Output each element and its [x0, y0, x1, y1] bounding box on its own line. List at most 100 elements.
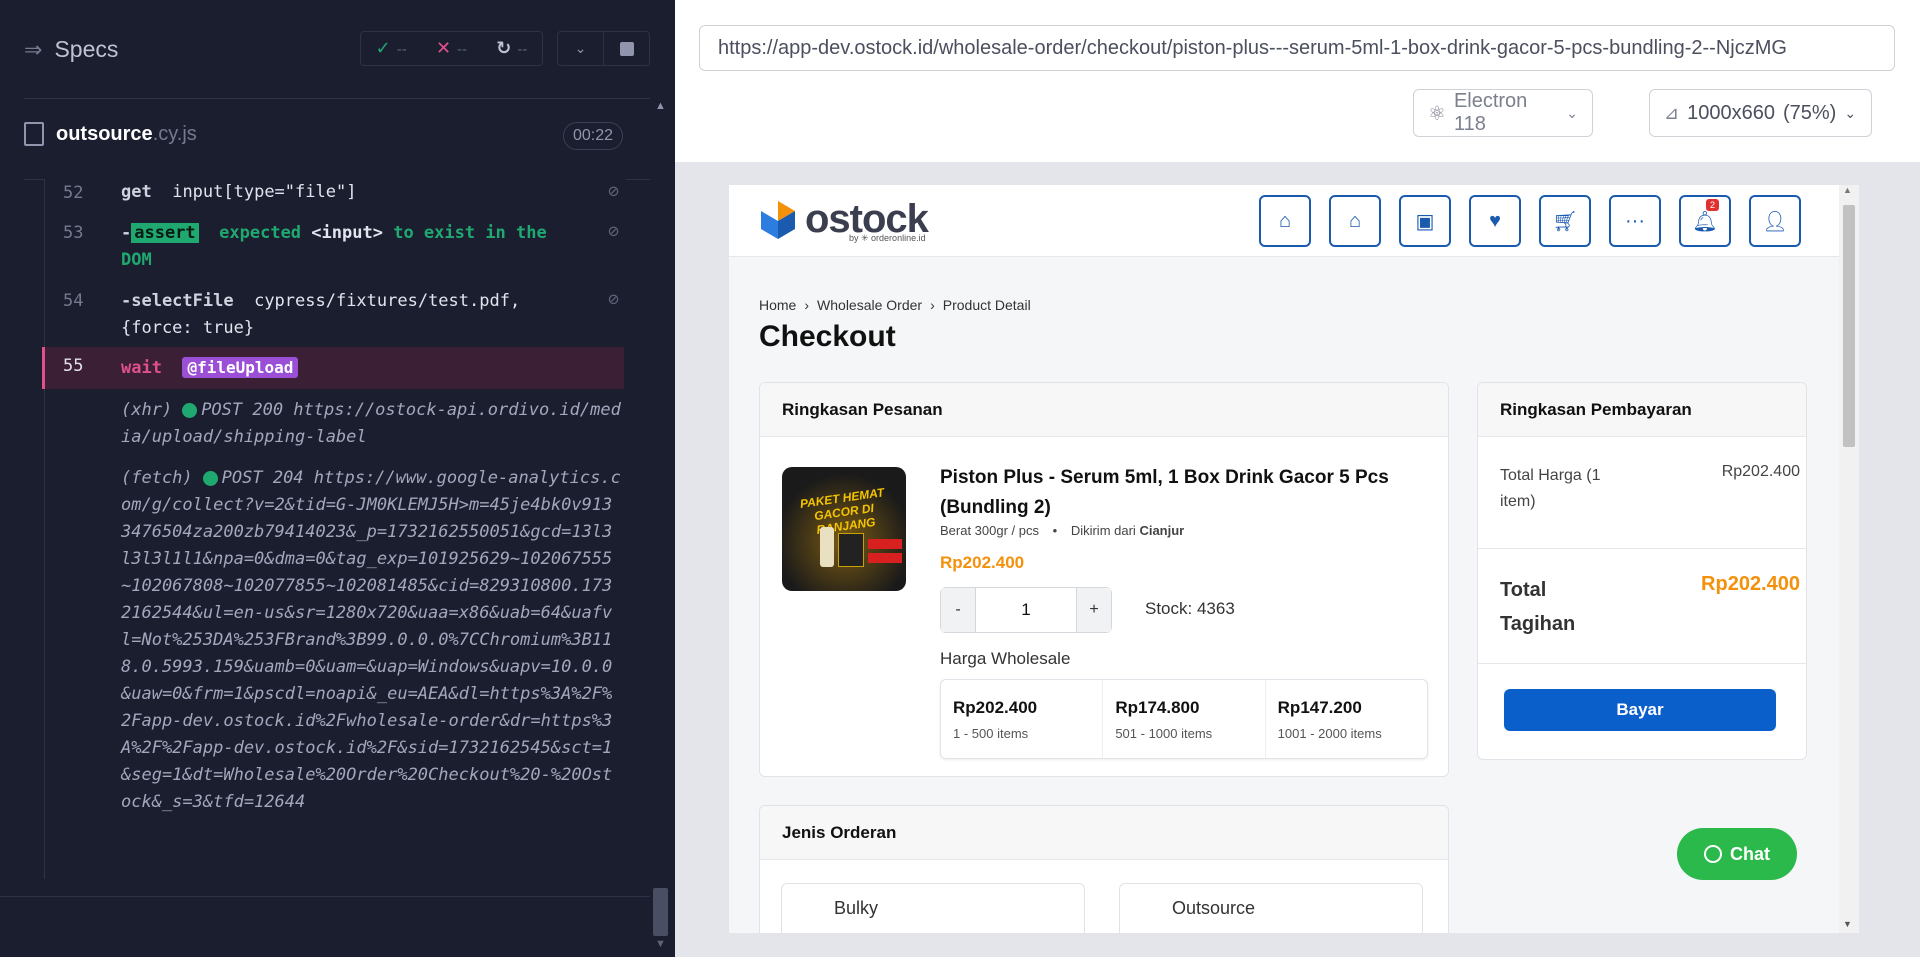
pay-button[interactable]: Bayar [1504, 689, 1776, 731]
stock-count: Stock: 4363 [1145, 599, 1235, 618]
home-button[interactable]: ⌂ [1259, 195, 1311, 247]
stop-button[interactable] [604, 32, 649, 65]
scroll-down-icon[interactable]: ▼ [655, 938, 666, 950]
divider [0, 896, 650, 897]
breadcrumb: Home › Wholesale Order › Product Detail [759, 297, 1031, 313]
ostock-logo-icon [761, 200, 795, 239]
command-row-active[interactable]: 55 wait @fileUpload [42, 347, 624, 389]
scroll-up-icon[interactable]: ▲ [1843, 185, 1852, 195]
browser-selector[interactable]: ⚛ Electron 118 ⌄ [1413, 89, 1593, 137]
order-summary-card: Ringkasan Pesanan PAKET HEMAT GACOR DI R… [759, 382, 1449, 777]
assert-msg-pre: expected [219, 223, 302, 243]
command-row[interactable]: 53 - assert expected <input> to exist in … [45, 219, 627, 285]
specs-toggle-icon[interactable]: ⇒ [24, 37, 42, 63]
profile-button[interactable]: 👤︎ [1749, 195, 1801, 247]
page-title: Checkout [759, 320, 896, 353]
spec-file-name: outsource [56, 122, 153, 145]
scroll-down-icon[interactable]: ▼ [1843, 919, 1852, 929]
order-type-bulky[interactable]: Bulky [781, 883, 1085, 933]
pending-stat: ↻ -- [496, 38, 527, 59]
product-weight: Berat 300gr / pcs [940, 523, 1039, 538]
command-name: wait [121, 358, 162, 378]
bell-icon: 🔔︎ [1692, 210, 1718, 233]
decrement-button[interactable]: - [941, 588, 975, 632]
command-log: 52 get input[type="file"] ⊘ 53 - assert e… [42, 179, 627, 879]
url-bar[interactable]: https://app-dev.ostock.id/wholesale-orde… [699, 25, 1895, 71]
product-price: Rp202.400 [940, 553, 1025, 572]
x-icon: ✕ [435, 38, 452, 58]
chat-button[interactable]: Chat [1677, 828, 1797, 880]
divider [24, 98, 650, 99]
total-price-value: Rp202.400 [1721, 463, 1800, 480]
box-button[interactable]: ▣ [1399, 195, 1451, 247]
notifications-button[interactable]: 🔔︎ 2 [1679, 195, 1731, 247]
more-button[interactable]: ··· [1609, 195, 1661, 247]
scroll-up-icon[interactable]: ▲ [655, 100, 666, 112]
runner-controls: ⌄ [557, 31, 650, 66]
chevron-down-icon: ⌄ [1844, 104, 1857, 121]
xhr-kind: (xhr) [121, 400, 173, 420]
total-price-label: Total Harga (1 item) [1500, 467, 1601, 510]
tier-price: Rp147.200 [1277, 698, 1362, 717]
pending-count: -- [517, 41, 528, 58]
command-number: 54 [63, 291, 84, 311]
command-number: 55 [63, 356, 84, 376]
order-type-heading: Jenis Orderan [760, 806, 1448, 860]
quantity-stepper: - 1 + [940, 587, 1112, 633]
breadcrumb-home[interactable]: Home [759, 297, 796, 313]
chevron-down-icon[interactable]: ⌄ [558, 32, 604, 65]
xhr-log-entry[interactable]: (xhr) POST 200 https://ostock-api.ordivo.… [121, 397, 621, 451]
eye-slash-icon[interactable]: ⊘ [608, 289, 619, 310]
wholesale-price-label: Harga Wholesale [940, 649, 1071, 668]
log-scrollbar-thumb[interactable] [653, 888, 668, 936]
total-price-row: Total Harga (1 item) Rp202.400 [1500, 463, 1800, 515]
cypress-runner-panel: ⇒ Specs ✓ -- ✕ -- ↻ -- ⌄ outsource.cy.js 00… [0, 0, 675, 957]
order-type-outsource[interactable]: Outsource [1119, 883, 1423, 933]
chat-label: Chat [1730, 843, 1770, 864]
command-row[interactable]: 54 -selectFile cypress/fixtures/test.pdf… [45, 287, 627, 353]
app-frame: ostock by ✳ orderonline.id ⌂ ⌂ ▣ ♥ 🛒︎ ··… [729, 185, 1859, 933]
viewport-selector[interactable]: ⊿ 1000x660 (75%) ⌄ [1649, 89, 1872, 137]
notification-badge: 2 [1705, 199, 1719, 211]
ship-from-city: Cianjur [1139, 523, 1185, 538]
tier-range: 501 - 1000 items [1115, 726, 1213, 741]
logo-byline: by ✳ orderonline.id [849, 233, 926, 243]
whatsapp-icon [1704, 845, 1722, 863]
breadcrumb-product-detail[interactable]: Product Detail [943, 297, 1031, 313]
test-stats: ✓ -- ✕ -- ↻ -- [360, 31, 543, 66]
alias-badge: @fileUpload [182, 357, 299, 378]
xhr-log-entry[interactable]: (fetch) POST 204 https://www.google-analy… [121, 465, 621, 816]
breadcrumb-wholesale-order[interactable]: Wholesale Order [817, 297, 922, 313]
specs-header[interactable]: ⇒ Specs [24, 36, 118, 63]
spinner-icon: ↻ [496, 38, 512, 58]
cart-button[interactable]: 🛒︎ [1539, 195, 1591, 247]
log-scrollbar[interactable] [651, 99, 670, 957]
app-scrollbar-thumb[interactable] [1843, 205, 1855, 447]
order-summary-heading: Ringkasan Pesanan [760, 383, 1448, 437]
product-image: PAKET HEMAT GACOR DI RANJANG [782, 467, 906, 591]
passed-count: -- [396, 41, 407, 58]
payment-summary-card: Ringkasan Pembayaran Total Harga (1 item… [1477, 382, 1807, 760]
command-arg: input[type="file"] [172, 182, 357, 202]
warehouse-button[interactable]: ⌂ [1329, 195, 1381, 247]
eye-slash-icon[interactable]: ⊘ [608, 221, 619, 242]
home-icon: ⌂ [1278, 209, 1292, 232]
spec-file[interactable]: outsource.cy.js [24, 122, 197, 146]
chevron-right-icon: › [930, 297, 935, 313]
total-bill-label: Total Tagihan [1500, 579, 1576, 635]
quantity-input[interactable]: 1 [975, 588, 1077, 632]
increment-button[interactable]: + [1077, 588, 1111, 632]
eye-slash-icon[interactable]: ⊘ [608, 181, 619, 202]
check-icon: ✓ [375, 38, 391, 58]
passed-stat: ✓ -- [376, 38, 407, 59]
command-row[interactable]: 52 get input[type="file"] ⊘ [45, 179, 627, 219]
promo-tag-icon [868, 539, 902, 549]
viewport-zoom: (75%) [1782, 101, 1837, 124]
chevron-right-icon: › [804, 297, 810, 313]
divider [1478, 663, 1806, 664]
app-preview-panel: https://app-dev.ostock.id/wholesale-orde… [675, 0, 1920, 957]
tier-item: Rp174.800 501 - 1000 items [1103, 680, 1266, 758]
wishlist-button[interactable]: ♥ [1469, 195, 1521, 247]
payment-summary-heading: Ringkasan Pembayaran [1478, 383, 1806, 437]
command-number: 52 [63, 183, 84, 203]
